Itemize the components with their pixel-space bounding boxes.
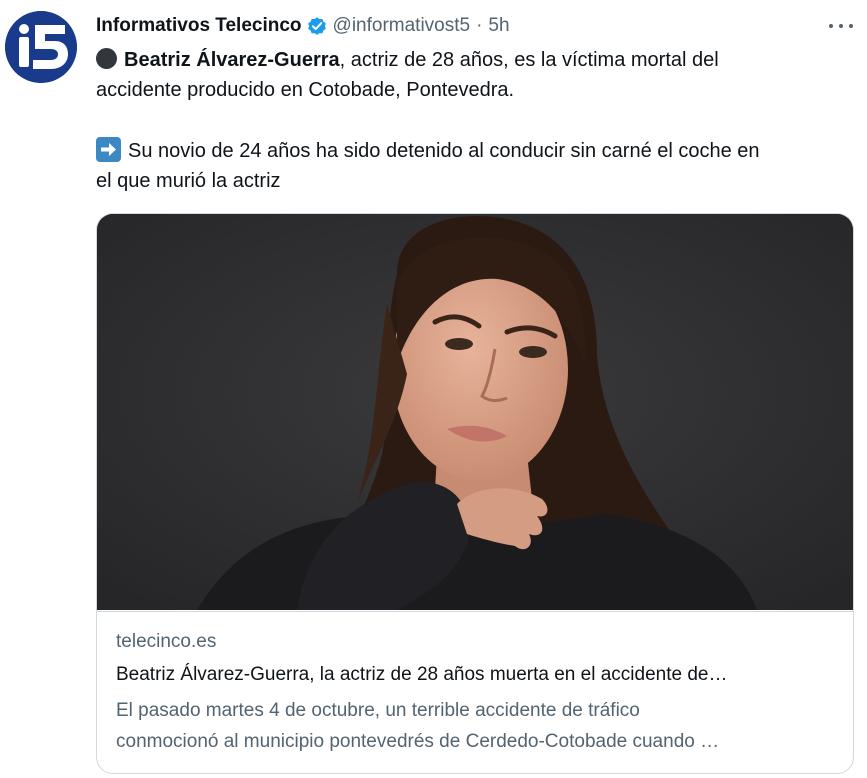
more-horizontal-icon[interactable] <box>829 18 853 34</box>
tweet[interactable]: Informativos Telecinco @informativost5 ·… <box>0 0 867 778</box>
user-handle[interactable]: @informativost5 <box>333 12 471 40</box>
link-card[interactable]: telecinco.es Beatriz Álvarez-Guerra, la … <box>96 213 854 774</box>
black-circle-icon <box>96 48 117 69</box>
right-arrow-icon <box>96 137 121 162</box>
portrait-photo <box>97 214 853 610</box>
separator-dot: · <box>476 15 483 36</box>
tweet-timestamp[interactable]: 5h <box>488 12 509 40</box>
tweet-paragraph-1: Beatriz Álvarez-Guerra, actriz de 28 año… <box>96 45 856 105</box>
tweet-text-segment: el que murió la actriz <box>96 170 281 192</box>
verified-badge-icon <box>306 15 328 37</box>
mention-name: Beatriz Álvarez-Guerra <box>124 49 340 71</box>
card-description-line: El pasado martes 4 de octubre, un terrib… <box>116 700 640 721</box>
display-name[interactable]: Informativos Telecinco <box>96 12 302 40</box>
tweet-text-segment: Su novio de 24 años ha sido detenido al … <box>128 140 760 162</box>
card-info[interactable]: telecinco.es Beatriz Álvarez-Guerra, la … <box>97 611 853 773</box>
avatar[interactable] <box>5 11 77 83</box>
tweet-text: Beatriz Álvarez-Guerra, actriz de 28 año… <box>96 45 856 196</box>
tweet-paragraph-2: Su novio de 24 años ha sido detenido al … <box>96 136 856 196</box>
tweet-text-segment: , actriz de 28 años, es la víctima morta… <box>339 49 719 71</box>
card-title: Beatriz Álvarez-Guerra, la actriz de 28 … <box>116 664 728 685</box>
tweet-header: Informativos Telecinco @informativost5 ·… <box>96 12 510 40</box>
card-description: El pasado martes 4 de octubre, un terrib… <box>116 695 836 757</box>
card-image[interactable] <box>97 214 853 610</box>
card-domain: telecinco.es <box>116 631 217 652</box>
card-description-line: conmocionó al municipio pontevedrés de C… <box>116 731 720 752</box>
telecinco-logo-icon <box>5 11 77 83</box>
tweet-text-segment: accidente producido en Cotobade, Ponteve… <box>96 79 515 101</box>
